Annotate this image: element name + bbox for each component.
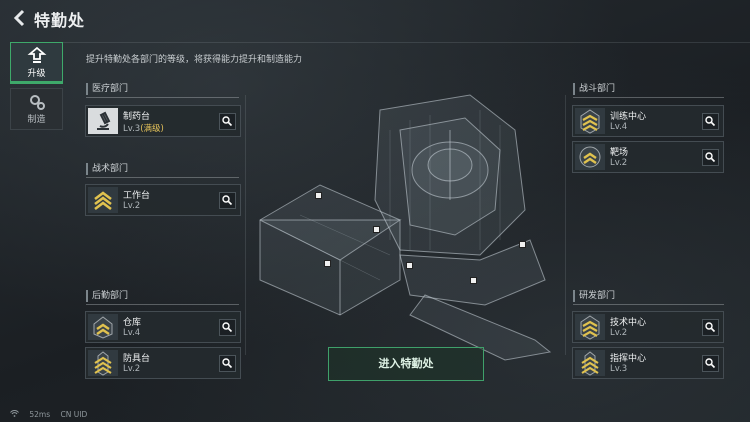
search-button[interactable] — [702, 355, 719, 372]
tab-craft[interactable]: 制造 — [10, 88, 63, 130]
tab-upgrade[interactable]: 升级 — [10, 42, 63, 84]
rank-emblem-icon — [88, 314, 118, 340]
card-name: 训练中心 — [610, 112, 647, 122]
section-divider — [86, 97, 239, 98]
search-icon — [222, 116, 233, 127]
uid-label: CN UID — [60, 410, 88, 419]
map-marker[interactable] — [373, 226, 380, 233]
card-level: Lv.2 — [610, 158, 628, 168]
building-wireframe-image — [259, 94, 552, 361]
section-title-research: 研发部门 — [573, 290, 615, 302]
card-name: 防具台 — [123, 354, 151, 364]
search-button[interactable] — [702, 149, 719, 166]
rank-emblem-icon — [575, 144, 605, 170]
card-pharmacy[interactable]: 制药台 Lv.3(满级) — [85, 105, 241, 137]
section-divider — [86, 177, 239, 178]
card-level: Lv.2 — [123, 201, 141, 211]
description-text: 提升特勤处各部门的等级，将获得能力提升和制造能力 — [86, 55, 303, 65]
rank-emblem-icon — [88, 350, 118, 376]
max-level-badge: (满级) — [140, 124, 164, 134]
section-divider — [86, 304, 239, 305]
card-tech-center[interactable]: 技术中心 Lv.2 — [572, 311, 724, 343]
search-icon — [705, 152, 716, 163]
card-name: 技术中心 — [610, 318, 647, 328]
search-icon — [705, 322, 716, 333]
page-title: 特勤处 — [34, 11, 86, 30]
wifi-icon — [10, 410, 21, 419]
status-bar: 52ms CN UID — [10, 410, 95, 419]
map-marker[interactable] — [324, 260, 331, 267]
search-button[interactable] — [219, 319, 236, 336]
rank-chevron-icon — [88, 187, 118, 213]
search-icon — [222, 358, 233, 369]
gear-icon — [29, 95, 45, 110]
card-level: Lv.2 — [123, 364, 141, 374]
section-divider — [573, 304, 724, 305]
section-title-combat: 战斗部门 — [573, 83, 615, 95]
search-icon — [705, 358, 716, 369]
card-level: Lv.3(满级) — [123, 124, 164, 134]
frame-line-left — [245, 95, 246, 355]
ping-value: 52ms — [29, 410, 51, 419]
card-level: Lv.3 — [610, 364, 628, 374]
card-level: Lv.2 — [610, 328, 628, 338]
rank-chevron-icon — [575, 314, 605, 340]
tab-craft-label: 制造 — [27, 115, 46, 125]
search-icon — [222, 322, 233, 333]
card-name: 仓库 — [123, 318, 142, 328]
card-name: 工作台 — [123, 191, 151, 201]
rank-emblem-icon — [575, 350, 605, 376]
card-level: Lv.4 — [610, 122, 628, 132]
section-divider — [573, 97, 724, 98]
card-armor-bench[interactable]: 防具台 Lv.2 — [85, 347, 241, 379]
header: 特勤处 — [0, 0, 750, 38]
card-name: 靶场 — [610, 148, 629, 158]
map-marker[interactable] — [470, 277, 477, 284]
search-icon — [705, 116, 716, 127]
section-title-tactical: 战术部门 — [86, 163, 128, 175]
search-button[interactable] — [219, 113, 236, 130]
chevron-left-icon — [13, 9, 25, 27]
upgrade-icon — [27, 46, 46, 63]
map-marker[interactable] — [315, 192, 322, 199]
card-training-center[interactable]: 训练中心 Lv.4 — [572, 105, 724, 137]
card-warehouse[interactable]: 仓库 Lv.4 — [85, 311, 241, 343]
rank-chevron-icon — [575, 108, 605, 134]
search-icon — [222, 195, 233, 206]
search-button[interactable] — [219, 192, 236, 209]
map-marker[interactable] — [519, 241, 526, 248]
microscope-icon — [88, 108, 118, 134]
card-level: Lv.4 — [123, 328, 141, 338]
card-command-center[interactable]: 指挥中心 Lv.3 — [572, 347, 724, 379]
search-button[interactable] — [702, 319, 719, 336]
back-button[interactable] — [10, 8, 30, 28]
section-title-logistics: 后勤部门 — [86, 290, 128, 302]
card-shooting-range[interactable]: 靶场 Lv.2 — [572, 141, 724, 173]
section-title-medical: 医疗部门 — [86, 83, 128, 95]
card-name: 制药台 — [123, 112, 151, 122]
card-name: 指挥中心 — [610, 354, 647, 364]
card-workbench[interactable]: 工作台 Lv.2 — [85, 184, 241, 216]
tab-upgrade-label: 升级 — [27, 69, 46, 79]
header-divider — [62, 42, 750, 43]
map-marker[interactable] — [406, 262, 413, 269]
search-button[interactable] — [702, 113, 719, 130]
search-button[interactable] — [219, 355, 236, 372]
enter-special-ops-button[interactable]: 进入特勤处 — [328, 347, 484, 381]
